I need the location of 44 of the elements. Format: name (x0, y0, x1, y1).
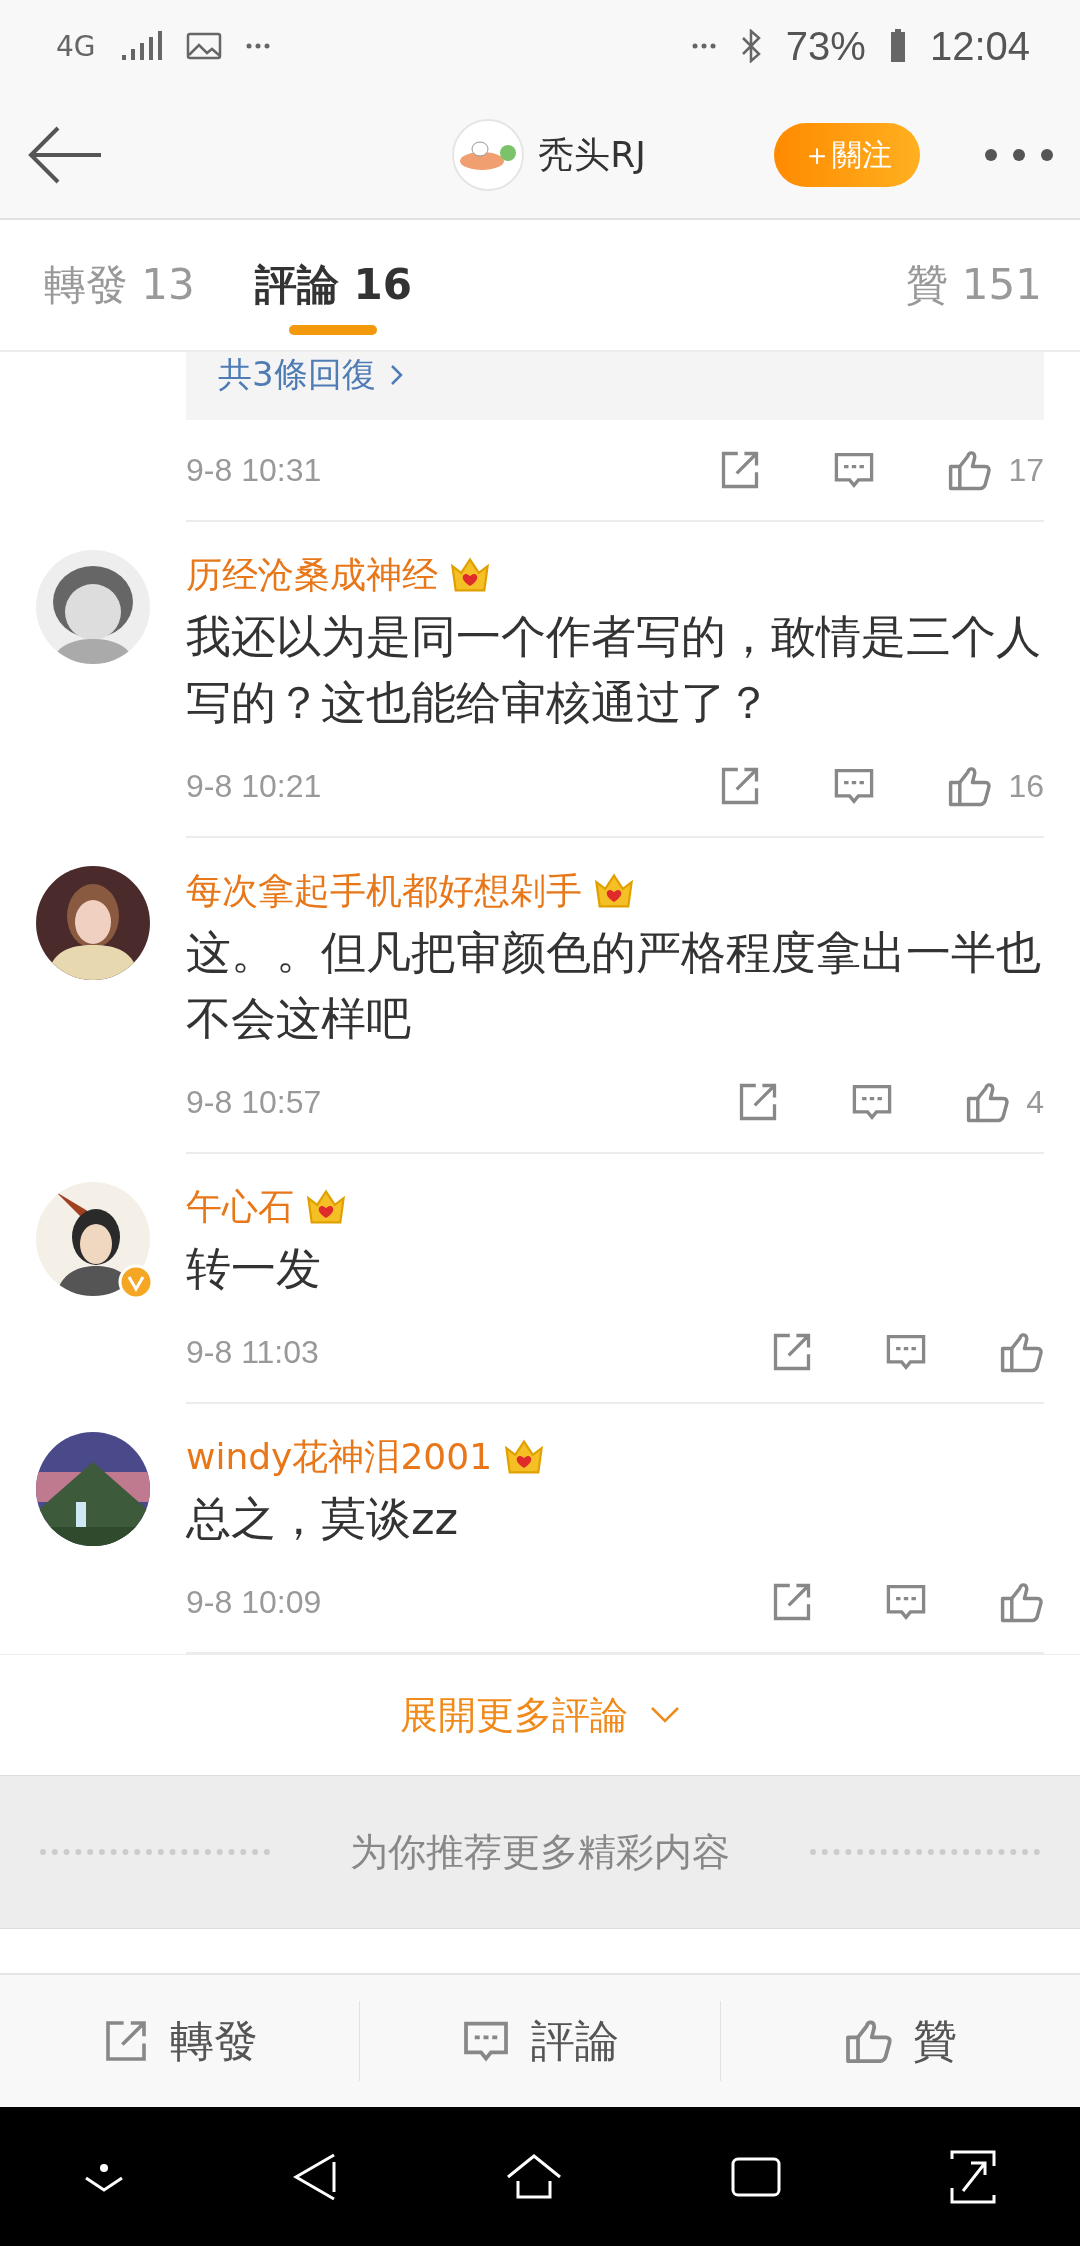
chevron-down-icon (650, 1706, 680, 1724)
like-count: 4 (1026, 1083, 1044, 1121)
bluetooth-icon (739, 29, 762, 63)
comment-text: 这。。但凡把审颜色的严格程度拿出一半也不会这样吧 (186, 925, 1042, 1047)
more-dots-icon (691, 43, 716, 49)
tab[interactable]: 評論 16 (254, 237, 412, 333)
commenter-name[interactable]: 历经沧桑成神经 (186, 550, 438, 600)
more-dots-icon (245, 43, 270, 49)
expand-screen-icon[interactable] (948, 2148, 997, 2205)
commenter-name[interactable]: 每次拿起手机都好想剁手 (186, 866, 582, 916)
back-arrow-icon[interactable] (28, 126, 102, 184)
commenter-name[interactable]: 午心石 (186, 1182, 294, 1232)
chevron-right-icon (389, 364, 404, 386)
bottom-action-button[interactable]: 轉發 (0, 2001, 360, 2081)
replies-link[interactable]: 共3條回復 (218, 352, 404, 398)
commenter-name[interactable]: windy花神泪2001 (186, 1432, 493, 1482)
comment-time: 9-8 10:21 (186, 767, 322, 805)
comment-text: 我还以为是同一个作者写的，敢情是三个人写的？这也能给审核通过了？ (186, 609, 1042, 731)
bottom-action-button[interactable]: 評論 (359, 2001, 720, 2081)
network-type: 4G (56, 29, 96, 63)
comment-time: 9-8 10:09 (186, 1583, 322, 1621)
tab[interactable]: 轉發 13 (44, 237, 195, 333)
recent-apps-icon[interactable] (729, 2155, 782, 2198)
signal-icon (119, 31, 162, 61)
battery-icon (889, 29, 906, 63)
image-icon (185, 31, 222, 61)
comment-text: 转一发 (186, 1241, 322, 1297)
tab[interactable]: 贊 151 (906, 237, 1042, 333)
like-count: 17 (1008, 451, 1044, 489)
expand-comments-link[interactable]: 展開更多評論 (394, 1688, 686, 1742)
user-name: 秃头RJ (538, 132, 646, 177)
comment-time: 9-8 10:31 (186, 451, 322, 489)
back-icon[interactable] (292, 2151, 339, 2202)
comment-text: 总之，莫谈zz (186, 1491, 460, 1547)
comment-time: 9-8 10:57 (186, 1083, 322, 1121)
comment-time: 9-8 11:03 (186, 1333, 319, 1371)
like-count: 16 (1008, 767, 1044, 805)
clock-time: 12:04 (929, 23, 1030, 69)
more-icon[interactable] (984, 148, 1054, 162)
home-icon[interactable] (505, 2152, 563, 2201)
recommend-text: 为你推荐更多精彩内容 (350, 1828, 730, 1876)
battery-percent: 73% (785, 23, 866, 69)
follow-button[interactable]: ＋關注 (774, 123, 920, 187)
bottom-action-button[interactable]: 贊 (719, 2001, 1080, 2081)
